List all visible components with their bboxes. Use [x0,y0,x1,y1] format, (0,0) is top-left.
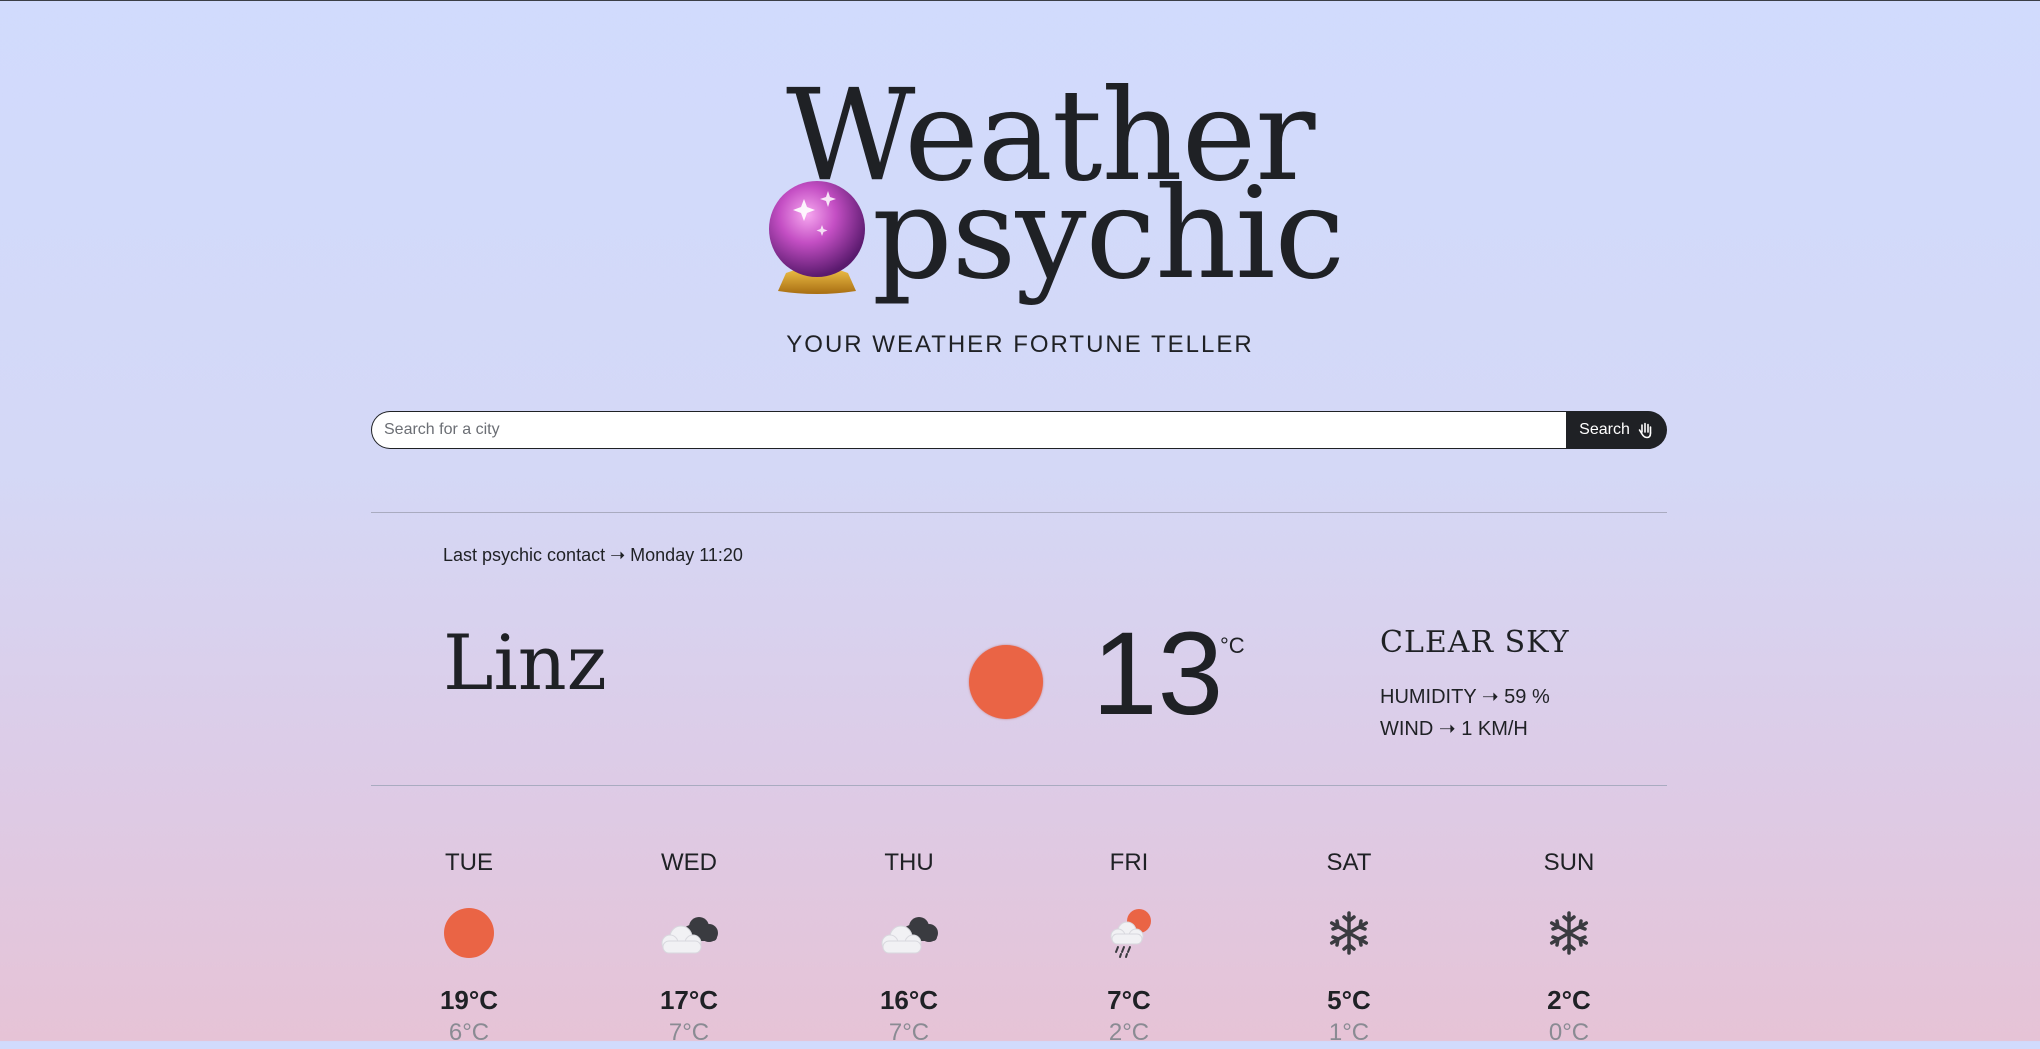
sun-icon [969,645,1043,719]
forecast-low: 1°C [1328,1019,1370,1046]
forecast-day-name: TUE [445,849,493,876]
forecast-day-name: WED [661,849,717,876]
app-title-line2: psychic [872,160,1345,307]
forecast-day-sun: SUN 2°C 0°C [1489,849,1649,1049]
forecast-day-sat: SAT 5°C 1°C [1269,849,1429,1049]
app-subtitle: YOUR WEATHER FORTUNE TELLER [786,331,1254,358]
snowflake-icon [1313,905,1385,961]
city-name: Linz [443,618,607,707]
divider-top [371,512,1667,513]
current-temperature: 13 [1092,608,1224,740]
forecast-high: 19°C [439,985,499,1015]
forecast-high: 5°C [1327,985,1371,1015]
forecast-day-thu: THU 16°C 7°C [829,849,989,1049]
clouds-icon [873,905,945,961]
humidity-text: HUMIDITY ➝ 59 % [1380,686,1550,708]
forecast-low: 0°C [1548,1019,1590,1046]
search-button[interactable]: Search [1566,411,1667,449]
search-button-label: Search [1579,421,1630,438]
forecast-day-wed: WED 17°C 7°C [609,849,769,1049]
forecast-day-tue: TUE 19°C 6°C [389,849,549,1049]
forecast-low: 7°C [888,1019,930,1046]
weather-condition: CLEAR SKY [1380,625,1570,660]
search-form: Search [371,411,1667,449]
search-input[interactable] [371,411,1566,449]
forecast-day-fri: FRI 7°C 2°C [1049,849,1209,1049]
crystal-ball-icon [769,181,865,294]
divider-bottom [371,785,1667,786]
temperature-unit: °C [1220,633,1245,658]
forecast-day-name: SAT [1326,849,1372,876]
forecast-low: 2°C [1108,1019,1150,1046]
header: Weather psychic YOUR WEATHER FORTUNE TEL… [0,1,2040,381]
forecast-low: 6°C [448,1019,490,1046]
rain-sun-icon [1093,905,1165,961]
clouds-icon [653,905,725,961]
forecast-high: 17°C [659,985,719,1015]
forecast-high: 2°C [1547,985,1591,1015]
sun-icon [433,905,505,961]
forecast-high: 16°C [879,985,939,1015]
forecast-day-name: FRI [1109,849,1149,876]
wind-text: WIND ➝ 1 KM/H [1380,718,1528,740]
snowflake-icon [1533,905,1605,961]
forecast-day-name: THU [884,849,934,876]
forecast-low: 7°C [668,1019,710,1046]
last-contact-text: Last psychic contact ➝ Monday 11:20 [443,545,743,565]
forecast-high: 7°C [1107,985,1151,1015]
forecast-day-name: SUN [1543,849,1595,876]
raised-hand-icon [1638,422,1652,439]
